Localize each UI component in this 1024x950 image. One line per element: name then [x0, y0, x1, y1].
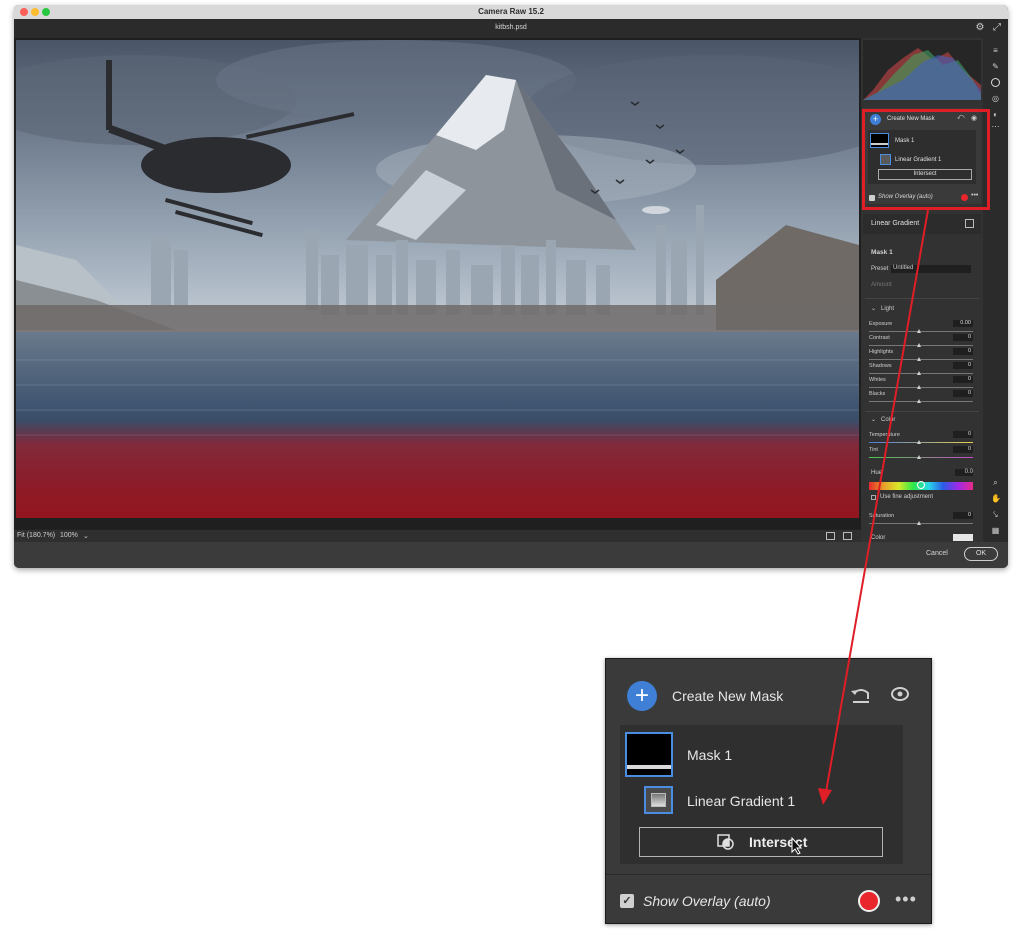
- hue-value[interactable]: 0.0: [955, 469, 973, 476]
- ok-button[interactable]: OK: [964, 547, 998, 561]
- slider-label: Exposure: [869, 321, 893, 327]
- intersect-button[interactable]: Intersect: [639, 827, 883, 857]
- more-options-icon[interactable]: •••: [895, 889, 917, 910]
- hue-label: Hue: [871, 470, 883, 476]
- hand-icon[interactable]: ✋: [991, 494, 1001, 503]
- light-chevron-icon[interactable]: ⌄: [871, 305, 876, 312]
- slider-label: Shadows: [869, 363, 892, 369]
- slider-value[interactable]: 0: [953, 334, 973, 341]
- more-icon[interactable]: ⋯: [991, 122, 1000, 131]
- slider-value[interactable]: 0.00: [953, 320, 973, 327]
- linear-gradient-label[interactable]: Linear Gradient 1: [687, 793, 795, 809]
- status-bar: Fit (180.7%) 100% ⌄: [14, 529, 861, 542]
- mouse-cursor-icon: [791, 837, 803, 855]
- overlay-color-swatch[interactable]: [858, 890, 880, 912]
- preset-select[interactable]: Untitled: [891, 265, 971, 273]
- light-section-title[interactable]: Light: [881, 306, 894, 312]
- title-bar: Camera Raw 15.2: [14, 5, 1008, 19]
- slider-label: Saturation: [869, 513, 895, 519]
- hue-slider-knob[interactable]: [917, 481, 925, 489]
- image-canvas[interactable]: [14, 38, 861, 529]
- single-view-icon[interactable]: [826, 532, 835, 540]
- slider-label: Blacks: [869, 391, 886, 397]
- zoom-icon[interactable]: ⌕: [991, 478, 1000, 487]
- slider-value[interactable]: 0: [953, 348, 973, 355]
- window-title: Camera Raw 15.2: [478, 7, 544, 16]
- mask-1-thumbnail[interactable]: [625, 732, 673, 777]
- highlights-slider[interactable]: Highlights 0: [869, 348, 973, 363]
- slider-label: Whites: [869, 377, 886, 383]
- fit-zoom-button[interactable]: Fit (180.7%): [17, 532, 55, 539]
- divider: [606, 874, 931, 875]
- color-label: Color: [871, 535, 886, 541]
- slider-value[interactable]: 0: [953, 376, 973, 383]
- compare-view-icon[interactable]: [843, 532, 852, 540]
- slider-value[interactable]: 0: [953, 390, 973, 397]
- edit-gradient-icon[interactable]: [965, 219, 974, 228]
- fine-adjustment-checkbox[interactable]: [871, 495, 876, 500]
- histogram: [863, 40, 981, 100]
- color-chevron-icon[interactable]: ⌄: [871, 416, 876, 423]
- camera-raw-window: Camera Raw 15.2 kitbsh.psd ⚙ ⤢ Fit (180.…: [14, 5, 1008, 568]
- contrast-slider[interactable]: Contrast 0: [869, 334, 973, 349]
- expand-icon[interactable]: ⤢: [991, 22, 1003, 34]
- stage: Camera Raw 15.2 kitbsh.psd ⚙ ⤢ Fit (180.…: [0, 0, 1024, 950]
- mask-icon[interactable]: [991, 78, 1000, 87]
- linear-gradient-header: Linear Gradient: [863, 214, 981, 234]
- heal-brush-icon[interactable]: ✎: [991, 62, 1000, 71]
- photo-illustration: [16, 40, 859, 518]
- slider-label: Contrast: [869, 335, 890, 341]
- histogram-graph: [863, 48, 981, 100]
- show-overlay-label: Show Overlay (auto): [643, 893, 771, 909]
- mask-list: Mask 1 Linear Gradient 1 Intersect: [620, 725, 903, 864]
- redeye-icon[interactable]: ◎: [991, 94, 1000, 103]
- fine-adjustment-label: Use fine adjustment: [880, 494, 934, 500]
- slider-label: Tint: [869, 447, 878, 453]
- whites-slider[interactable]: Whites 0: [869, 376, 973, 391]
- blacks-slider[interactable]: Blacks 0: [869, 390, 973, 405]
- presets-icon[interactable]: ◐: [991, 110, 1000, 119]
- temperature-slider[interactable]: Temperature 0: [869, 431, 973, 446]
- slider-value[interactable]: 0: [953, 512, 973, 519]
- color-section-title[interactable]: Color: [881, 417, 895, 423]
- mask-1-label[interactable]: Mask 1: [687, 747, 732, 763]
- slider-label: Highlights: [869, 349, 894, 355]
- slider-value[interactable]: 0: [953, 446, 973, 453]
- amount-label: Amount: [871, 282, 892, 288]
- slider-label: Temperature: [869, 432, 900, 438]
- exposure-slider[interactable]: Exposure 0.00: [869, 320, 973, 335]
- show-overlay-checkbox[interactable]: ✓: [620, 894, 634, 908]
- slider-value[interactable]: 0: [953, 431, 973, 438]
- zoom-level-select[interactable]: 100%: [60, 532, 78, 539]
- document-bar: kitbsh.psd ⚙ ⤢: [14, 19, 1008, 38]
- edit-icon[interactable]: ≡: [991, 46, 1000, 55]
- divider: [865, 298, 979, 299]
- slider-value[interactable]: 0: [953, 362, 973, 369]
- create-new-mask-plus-icon[interactable]: +: [627, 681, 657, 711]
- intersect-icon: [717, 834, 734, 850]
- preset-label: Preset: [871, 266, 889, 272]
- document-name: kitbsh.psd: [495, 24, 527, 31]
- shadows-slider[interactable]: Shadows 0: [869, 362, 973, 377]
- visibility-eye-icon[interactable]: [891, 686, 909, 702]
- create-new-mask-label[interactable]: Create New Mask: [672, 688, 783, 704]
- photo: [16, 40, 859, 518]
- intersect-button-wrapper: Intersect: [639, 827, 883, 857]
- linear-gradient-section-title: Linear Gradient: [871, 220, 920, 227]
- zoom-dropdown-chevron-icon[interactable]: ⌄: [83, 532, 89, 540]
- mask-title: Mask 1: [871, 249, 893, 256]
- grid-icon[interactable]: ▦: [991, 526, 1000, 535]
- divider: [865, 411, 979, 412]
- undo-mask-icon[interactable]: [850, 685, 872, 705]
- saturation-slider[interactable]: Saturation 0: [869, 512, 973, 527]
- footer-bar: Cancel OK: [14, 542, 1008, 568]
- eyedropper-icon[interactable]: ⤥: [991, 510, 1000, 519]
- settings-icon[interactable]: ⚙: [974, 22, 986, 34]
- zoomed-masks-panel: + Create New Mask Mask 1 Linear Gradient…: [605, 658, 932, 924]
- cancel-button[interactable]: Cancel: [926, 550, 948, 557]
- tint-slider[interactable]: Tint 0: [869, 446, 973, 461]
- highlight-annotation-box: [862, 109, 990, 210]
- linear-gradient-thumbnail[interactable]: [644, 786, 673, 814]
- color-swatch[interactable]: [953, 534, 973, 541]
